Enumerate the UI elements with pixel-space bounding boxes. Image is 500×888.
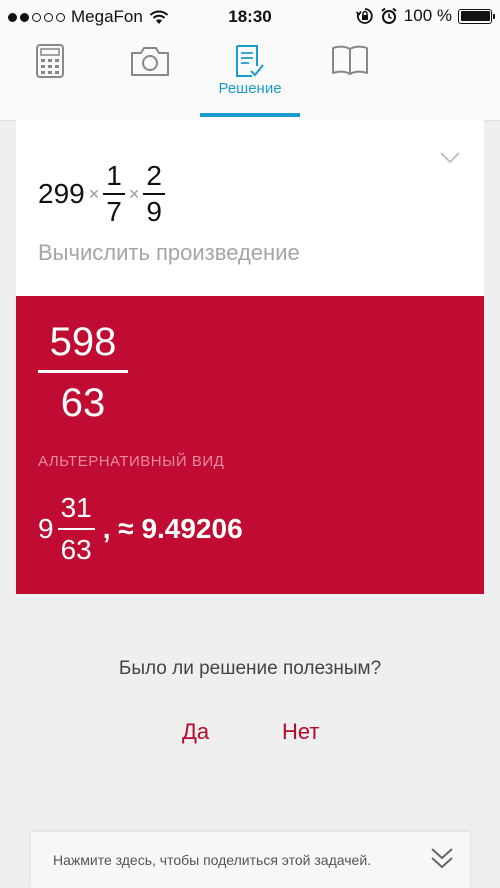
calculator-icon [36, 44, 64, 78]
problem-expression: 299 × 1 7 × 2 9 [38, 162, 165, 226]
expression-whole: 299 [38, 178, 85, 209]
alternative-form-label: АЛЬТЕРНАТИВНЫЙ ВИД [38, 453, 225, 470]
feedback-question: Было ли решение полезным? [118, 658, 382, 679]
mixed-numerator: 31 [60, 492, 92, 523]
mixed-whole: 9 [38, 513, 54, 544]
fraction-two: 2 9 [143, 162, 165, 226]
times-sign: × [88, 183, 100, 204]
battery-icon [458, 8, 495, 24]
answer-fraction: 598 63 [38, 322, 128, 423]
fraction-two-denominator: 9 [146, 196, 162, 227]
task-description: Вычислить произведение [38, 240, 300, 265]
share-text: Нажмите здесь, чтобы поделиться этой зад… [53, 852, 372, 868]
answer-numerator: 598 [49, 320, 117, 364]
times-sign: × [128, 183, 140, 204]
feedback-yes-button[interactable]: Да [182, 719, 209, 745]
active-tab-indicator [200, 113, 300, 117]
tab-calculator[interactable] [20, 44, 80, 100]
tab-solution[interactable]: Решение [218, 44, 282, 100]
mixed-number: 9 31 63 , ≈ 9.49206 [38, 494, 243, 564]
answer-card: 598 63 АЛЬТЕРНАТИВНЫЙ ВИД 9 31 63 , ≈ 9.… [16, 296, 484, 594]
tab-book[interactable] [320, 44, 380, 100]
alarm-icon [381, 7, 397, 24]
status-bar: MegaFon 18:30 100 % [0, 0, 500, 34]
book-icon [332, 45, 368, 75]
decimal-approximation: , ≈ 9.49206 [102, 513, 243, 544]
camera-icon [131, 47, 169, 76]
mixed-denominator: 63 [60, 534, 92, 565]
fraction-one-denominator: 7 [106, 196, 122, 227]
orientation-lock-icon [355, 8, 373, 24]
tab-bar: Решение [0, 34, 500, 121]
answer-denominator: 63 [60, 381, 106, 425]
double-chevron-down-icon[interactable] [430, 846, 454, 870]
fraction-one-numerator: 1 [106, 160, 122, 191]
tab-solution-label: Решение [218, 80, 282, 97]
status-right: 100 % [355, 6, 495, 26]
tab-camera[interactable] [120, 44, 180, 100]
chevron-down-icon[interactable] [440, 152, 460, 164]
solution-icon [236, 45, 264, 77]
feedback-no-button[interactable]: Нет [282, 719, 319, 745]
problem-card[interactable]: 299 × 1 7 × 2 9 Вычислить произведение [16, 120, 484, 296]
fraction-two-numerator: 2 [146, 160, 162, 191]
fraction-one: 1 7 [103, 162, 125, 226]
battery-percent: 100 % [403, 6, 452, 25]
share-bar[interactable]: Нажмите здесь, чтобы поделиться этой зад… [31, 832, 470, 888]
mixed-fraction: 31 63 [57, 492, 95, 565]
